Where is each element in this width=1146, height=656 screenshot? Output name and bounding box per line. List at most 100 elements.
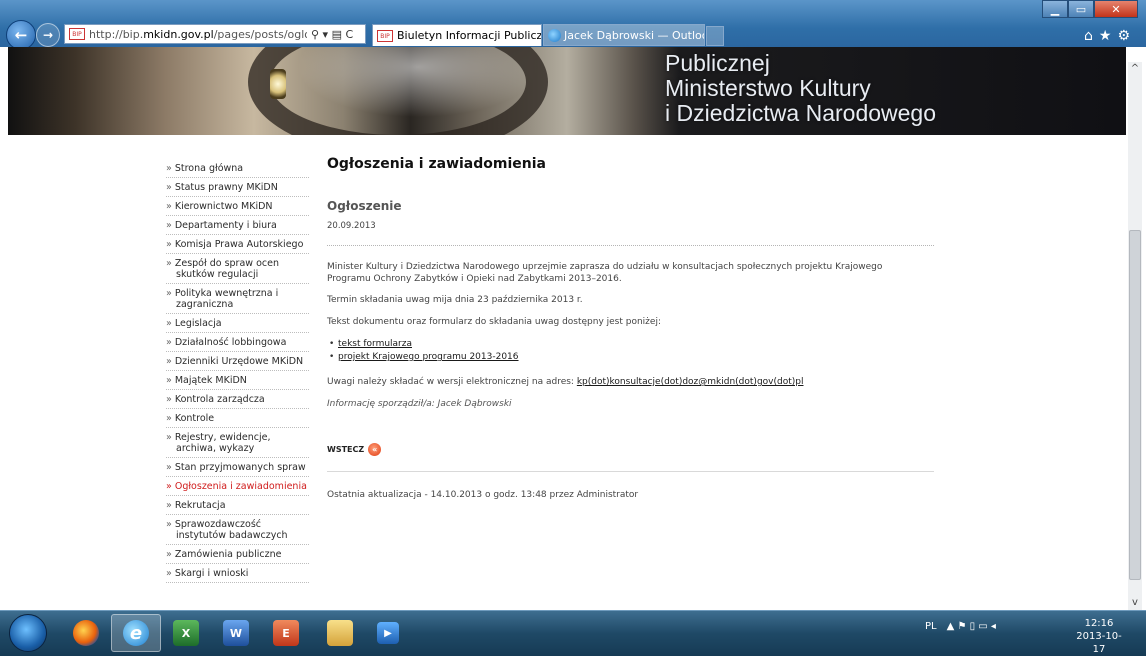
address-bar-icons[interactable]: ⚲ ▾ ▤ C <box>311 28 353 41</box>
browser-titlebar: ← → BIP http://bip.mkidn.gov.pl/pages/po… <box>0 0 1146 50</box>
menu-arrow-icon: » <box>166 337 175 348</box>
forward-button[interactable]: → <box>36 23 60 47</box>
language-indicator[interactable]: PL <box>925 621 937 632</box>
sidebar-item[interactable]: » Działalność lobbingowa <box>166 333 309 352</box>
taskbar-firefox[interactable] <box>61 614 111 652</box>
menu-arrow-icon: » <box>166 394 175 405</box>
taskbar-outlook[interactable]: E <box>261 614 311 652</box>
menu-arrow-icon: » <box>166 481 175 492</box>
sidebar-item[interactable]: » Strona główna <box>166 159 309 178</box>
sidebar-item[interactable]: » Komisja Prawa Autorskiego <box>166 235 309 254</box>
scroll-down-icon[interactable]: v <box>1128 596 1142 610</box>
sidebar-item-label: Komisja Prawa Autorskiego <box>174 239 304 250</box>
tab-biuletyn[interactable]: BIP Biuletyn Informacji Publicz... ✕ <box>372 24 542 46</box>
minimize-button[interactable]: ▁ <box>1042 0 1068 18</box>
excel-icon: X <box>173 620 199 646</box>
taskbar-word[interactable]: W <box>211 614 261 652</box>
sidebar-item-label: Działalność lobbingowa <box>174 337 287 348</box>
sidebar-item[interactable]: » Stan przyjmowanych spraw <box>166 458 309 477</box>
tab-favicon-icon: BIP <box>377 29 393 42</box>
paragraph-invitation: Minister Kultury i Dziedzictwa Narodoweg… <box>327 262 883 284</box>
taskbar-excel[interactable]: X <box>161 614 211 652</box>
taskbar-file-explorer[interactable] <box>315 614 365 652</box>
sidebar-item[interactable]: » Polityka wewnętrzna i zagraniczna <box>166 284 309 314</box>
word-icon: W <box>223 620 249 646</box>
sidebar-item[interactable]: » Status prawny MKiDN <box>166 178 309 197</box>
page-scrollbar[interactable]: ^ v <box>1128 62 1142 610</box>
new-tab-button[interactable] <box>706 26 724 46</box>
back-button[interactable]: ← <box>6 20 36 50</box>
link-projekt-programu[interactable]: projekt Krajowego programu 2013-2016 <box>338 352 519 362</box>
sidebar-item[interactable]: » Zespół do spraw ocen skutków regulacji <box>166 254 309 284</box>
sidebar-item[interactable]: » Rejestry, ewidencje, archiwa, wykazy <box>166 428 309 458</box>
windows-taskbar: e X W E ▶ PL ▲ ⚑ ▯ ▭ ◂ 12:16 2013-10-17 <box>0 610 1146 656</box>
sidebar-item[interactable]: » Majątek MKiDN <box>166 371 309 390</box>
scroll-thumb[interactable] <box>1129 230 1141 580</box>
sidebar-item-label: Majątek MKiDN <box>174 375 247 386</box>
sidebar-item-label: Zamówienia publiczne <box>174 549 282 560</box>
sidebar-item-label: Strona główna <box>174 163 244 174</box>
maximize-button[interactable]: ▭ <box>1068 0 1094 18</box>
taskbar-media-player[interactable]: ▶ <box>363 614 413 652</box>
system-tray: PL ▲ ⚑ ▯ ▭ ◂ <box>925 621 996 632</box>
sidebar-item[interactable]: » Kontrola zarządcza <box>166 390 309 409</box>
sidebar-item-label: Stan przyjmowanych spraw <box>174 462 306 473</box>
address-bar[interactable]: BIP http://bip.mkidn.gov.pl/pages/posts/… <box>64 24 366 44</box>
sidebar-item-label: zagraniczna <box>176 299 234 310</box>
menu-arrow-icon: » <box>166 549 175 560</box>
sidebar-item[interactable]: » Kierownictwo MKiDN <box>166 197 309 216</box>
banner-title: Publicznej Ministerstwo Kultury i Dziedz… <box>665 50 937 126</box>
list-item: projekt Krajowego programu 2013-2016 <box>329 351 519 364</box>
sidebar-item[interactable]: » Dzienniki Urzędowe MKiDN <box>166 352 309 371</box>
sidebar-item[interactable]: » Rekrutacja <box>166 496 309 515</box>
site-banner: Publicznej Ministerstwo Kultury i Dziedz… <box>8 47 1126 135</box>
firefox-icon <box>73 620 99 646</box>
tray-icons[interactable]: ▲ ⚑ ▯ ▭ ◂ <box>947 621 996 632</box>
sidebar-item-label: Kontrola zarządcza <box>174 394 265 405</box>
address-url[interactable]: http://bip.mkidn.gov.pl/pages/posts/oglo… <box>89 28 307 41</box>
start-button[interactable] <box>9 614 47 652</box>
sidebar-item-label: instytutów badawczych <box>176 530 288 541</box>
sidebar-item-label: Sprawozdawczość <box>174 519 262 530</box>
sidebar-item-label: Zespół do spraw ocen <box>174 258 279 269</box>
paragraph-documents: Tekst dokumentu oraz formularz do składa… <box>327 317 661 327</box>
sidebar-item[interactable]: » Zamówienia publiczne <box>166 545 309 564</box>
list-item: tekst formularza <box>329 338 519 351</box>
last-update: Ostatnia aktualizacja - 14.10.2013 o god… <box>327 490 639 500</box>
email-link[interactable]: kp(dot)konsultacje(dot)doz@mkidn(dot)gov… <box>577 377 804 387</box>
scroll-up-icon[interactable]: ^ <box>1128 62 1142 76</box>
clock-time: 12:16 <box>1084 618 1114 629</box>
menu-arrow-icon: » <box>166 258 175 269</box>
menu-arrow-icon: » <box>166 163 175 174</box>
home-favorites-tools-icons[interactable]: ⌂★⚙ <box>1084 28 1136 44</box>
menu-arrow-icon: » <box>166 432 175 443</box>
solid-divider <box>327 471 934 472</box>
link-tekst-formularza[interactable]: tekst formularza <box>338 339 412 349</box>
sidebar-item-label: archiwa, wykazy <box>176 443 255 454</box>
sidebar-item-label: Kontrole <box>174 413 215 424</box>
sidebar-item[interactable]: » Kontrole <box>166 409 309 428</box>
menu-arrow-icon: » <box>166 201 175 212</box>
banner-arch-decoration <box>248 47 548 135</box>
sidebar-item-label: Kierownictwo MKiDN <box>174 201 273 212</box>
back-link[interactable]: WSTECZ « <box>327 443 382 456</box>
menu-arrow-icon: » <box>166 375 175 386</box>
tab-label: Jacek Dąbrowski — Outlook W... <box>564 28 704 42</box>
menu-arrow-icon: » <box>166 239 175 250</box>
close-button[interactable]: ✕ <box>1094 0 1138 18</box>
ie-icon <box>548 28 561 42</box>
taskbar-clock[interactable]: 12:16 2013-10-17 <box>1070 617 1128 656</box>
sidebar-item[interactable]: » Sprawozdawczość instytutów badawczych <box>166 515 309 545</box>
post-title: Ogłoszenie <box>327 199 402 213</box>
menu-arrow-icon: » <box>166 356 175 367</box>
tab-outlook[interactable]: Jacek Dąbrowski — Outlook W... <box>543 24 705 46</box>
paragraph-deadline: Termin składania uwag mija dnia 23 paźdz… <box>327 295 583 305</box>
sidebar-item-label: skutków regulacji <box>176 269 259 280</box>
menu-arrow-icon: » <box>166 500 175 511</box>
taskbar-internet-explorer[interactable]: e <box>111 614 161 652</box>
sidebar-item[interactable]: » Departamenty i biura <box>166 216 309 235</box>
sidebar-item[interactable]: » Ogłoszenia i zawiadomienia <box>166 477 309 496</box>
site-favicon-icon: BIP <box>69 28 85 40</box>
sidebar-item[interactable]: » Skargi i wnioski <box>166 564 309 583</box>
sidebar-item[interactable]: » Legislacja <box>166 314 309 333</box>
